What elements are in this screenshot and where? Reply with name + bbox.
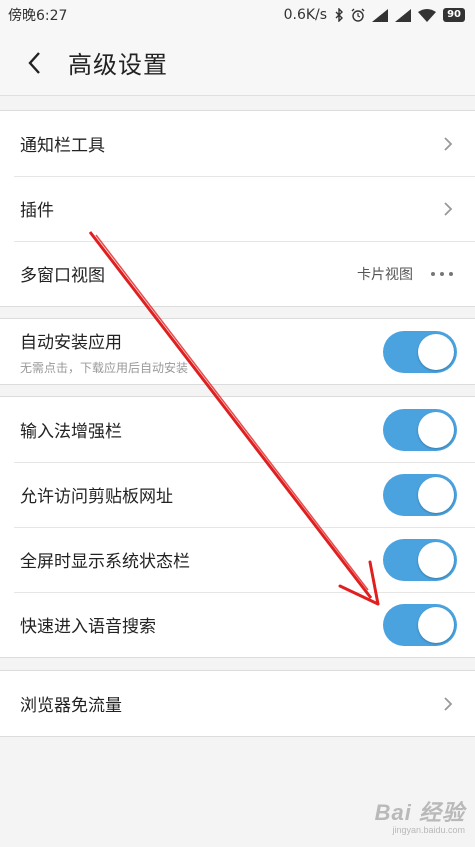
chevron-right-icon xyxy=(444,696,453,711)
watermark-logo: Bai 经验 xyxy=(374,800,465,825)
toggle-knob xyxy=(418,411,454,448)
row-label: 自动安装应用 xyxy=(20,332,122,353)
row-label: 插件 xyxy=(20,201,54,221)
status-icons: 0.6K/s 90 xyxy=(284,7,465,23)
auto-install-row: 自动安装应用 无需点击，下载应用后自动安装 xyxy=(0,319,475,384)
row-label: 通知栏工具 xyxy=(20,136,105,156)
settings-group-general: 通知栏工具 插件 多窗口视图 卡片视图 xyxy=(0,110,475,307)
input-method-bar-toggle[interactable] xyxy=(383,408,457,451)
header: 高级设置 xyxy=(0,30,475,96)
settings-group-features: 输入法增强栏 允许访问剪贴板网址 全屏时显示系统状态栏 快速进入语音搜索 xyxy=(0,396,475,658)
auto-install-text: 自动安装应用 无需点击，下载应用后自动安装 xyxy=(20,328,188,376)
toggle-knob xyxy=(418,541,454,578)
toggle-knob xyxy=(418,606,454,643)
auto-install-toggle[interactable] xyxy=(383,330,457,373)
watermark: Bai 经验 jingyan.baidu.com xyxy=(375,795,465,835)
network-speed: 0.6K/s xyxy=(283,7,328,23)
clipboard-url-row: 允许访问剪贴板网址 xyxy=(0,462,475,527)
signal-icon xyxy=(372,8,389,22)
back-icon xyxy=(28,51,40,74)
free-data-row[interactable]: 浏览器免流量 xyxy=(0,671,475,736)
input-method-bar-row: 输入法增强栏 xyxy=(0,397,475,462)
plugins-row[interactable]: 插件 xyxy=(0,176,475,241)
status-bar: 傍晚6:27 0.6K/s 90 xyxy=(0,0,475,30)
multi-window-view-row[interactable]: 多窗口视图 卡片视图 xyxy=(0,241,475,306)
settings-group-install: 自动安装应用 无需点击，下载应用后自动安装 xyxy=(0,318,475,385)
toggle-knob xyxy=(418,476,454,513)
settings-group-data: 浏览器免流量 xyxy=(0,670,475,737)
page-title: 高级设置 xyxy=(68,51,168,79)
bluetooth-icon xyxy=(335,8,344,22)
more-icon[interactable] xyxy=(431,271,453,276)
row-label: 浏览器免流量 xyxy=(20,696,122,716)
chevron-right-icon xyxy=(444,201,453,216)
battery-icon: 90 xyxy=(443,8,465,22)
voice-search-toggle[interactable] xyxy=(383,603,457,646)
fullscreen-status-bar-row: 全屏时显示系统状态栏 xyxy=(0,527,475,592)
voice-search-row: 快速进入语音搜索 xyxy=(0,592,475,657)
notification-tools-row[interactable]: 通知栏工具 xyxy=(0,111,475,176)
wifi-icon xyxy=(418,8,437,22)
row-sublabel: 无需点击，下载应用后自动安装 xyxy=(20,360,189,375)
chevron-right-icon xyxy=(444,136,453,151)
clipboard-url-toggle[interactable] xyxy=(383,473,457,516)
back-button[interactable] xyxy=(0,30,60,96)
alarm-icon xyxy=(351,8,365,22)
row-label: 多窗口视图 xyxy=(20,266,105,286)
status-time: 傍晚6:27 xyxy=(8,8,68,24)
toggle-knob xyxy=(418,333,454,370)
multi-window-view-value: 卡片视图 xyxy=(357,266,413,283)
fullscreen-status-bar-toggle[interactable] xyxy=(383,538,457,581)
watermark-url: jingyan.baidu.com xyxy=(392,825,465,835)
signal-icon xyxy=(395,8,412,22)
